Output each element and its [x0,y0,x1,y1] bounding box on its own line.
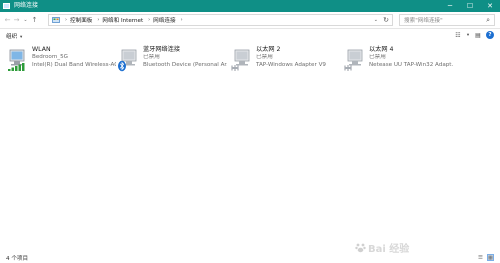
navigation-bar: ← → ⌄ ↑ › 控制面板 › 网络和 Internet › 网络连接 › ⌄… [0,12,500,29]
ethernet-adapter-icon [344,49,363,71]
item-count: 4 个项目 [6,256,29,262]
breadcrumb-network-connections[interactable]: 网络连接 [153,16,175,24]
window-controls: ─ ☐ ✕ [440,0,500,12]
up-button[interactable]: ↑ [30,16,39,24]
adapter-name: 以太网 2 [256,46,281,53]
adapter-status: 已禁用 [256,54,273,60]
search-input[interactable]: 搜索"网络连接" ⌕ [399,14,495,26]
search-placeholder: 搜索"网络连接" [404,18,443,24]
tiles-view-icon[interactable]: ▦ [487,254,494,261]
window-title: 网络连接 [14,2,39,9]
ethernet-adapter-icon [231,49,250,71]
bluetooth-adapter-icon [118,49,137,72]
view-chevron-icon[interactable]: ▾ [466,31,470,39]
status-bar: 4 个项目 ☰ ▦ [0,253,500,263]
adapter-item-ethernet-4[interactable]: 以太网 4 已禁用 Netease UU TAP-Win32 Adapt... [340,44,453,74]
breadcrumb-network-internet[interactable]: 网络和 Internet [102,16,143,24]
refresh-icon[interactable]: ↻ [383,16,389,24]
breadcrumb-control-panel[interactable]: 控制面板 [70,16,92,24]
minimize-button[interactable]: ─ [440,0,460,12]
adapter-name: WLAN [32,46,51,53]
adapter-status: Bedroom_5G [32,54,68,60]
search-icon[interactable]: ⌕ [486,16,490,25]
adapter-item-ethernet-2[interactable]: 以太网 2 已禁用 TAP-Windows Adapter V9 [227,44,339,74]
adapter-list: WLAN Bedroom_5G Intel(R) Dual Band Wirel… [0,42,500,247]
adapter-device: Netease UU TAP-Win32 Adapt... [369,61,453,68]
adapter-status: 已禁用 [143,54,160,60]
address-dropdown-icon[interactable]: ⌄ [374,17,378,23]
paw-logo-icon [355,243,366,252]
preview-pane-icon[interactable]: ▤ [474,31,482,39]
back-button[interactable]: ← [3,16,12,24]
details-view-icon[interactable]: ☰ [477,254,484,261]
forward-button[interactable]: → [12,16,21,24]
adapter-name: 以太网 4 [369,46,394,53]
control-panel-icon [52,16,60,23]
organize-menu[interactable]: 组织 ▾ [6,32,22,40]
help-icon[interactable]: ? [486,31,494,39]
close-button[interactable]: ✕ [480,0,500,12]
change-view-icon[interactable]: ☷ [454,31,462,39]
wifi-adapter-icon [8,49,25,71]
network-folder-icon [3,3,10,9]
adapter-status: 已禁用 [369,54,386,60]
breadcrumb-separator[interactable]: › [148,17,150,23]
chevron-down-icon: ▾ [19,34,23,40]
adapter-device: TAP-Windows Adapter V9 [256,61,326,68]
title-bar: 网络连接 ─ ☐ ✕ [0,0,500,12]
command-bar: 组织 ▾ ☷ ▾ ▤ ? [0,29,500,42]
watermark: Bai 经验 [355,240,409,255]
view-controls: ☷ ▾ ▤ ? [454,31,494,39]
recent-locations-button[interactable]: ⌄ [21,17,30,23]
adapter-device: Bluetooth Device (Personal Ar... [143,61,227,68]
breadcrumb-separator[interactable]: › [181,17,183,23]
breadcrumb-separator[interactable]: › [97,17,99,23]
adapter-name: 蓝牙网络连接 [143,46,181,53]
address-bar[interactable]: › 控制面板 › 网络和 Internet › 网络连接 › ⌄ ↻ [48,14,393,26]
adapter-item-wlan[interactable]: WLAN Bedroom_5G Intel(R) Dual Band Wirel… [3,44,116,74]
adapter-device: Intel(R) Dual Band Wireless-AC... [32,61,116,68]
organize-label: 组织 [6,33,18,40]
adapter-item-bluetooth[interactable]: 蓝牙网络连接 已禁用 Bluetooth Device (Personal Ar… [114,44,227,74]
maximize-button[interactable]: ☐ [460,0,480,12]
breadcrumb-separator: › [65,17,67,23]
status-view-toggles: ☰ ▦ [477,254,494,261]
